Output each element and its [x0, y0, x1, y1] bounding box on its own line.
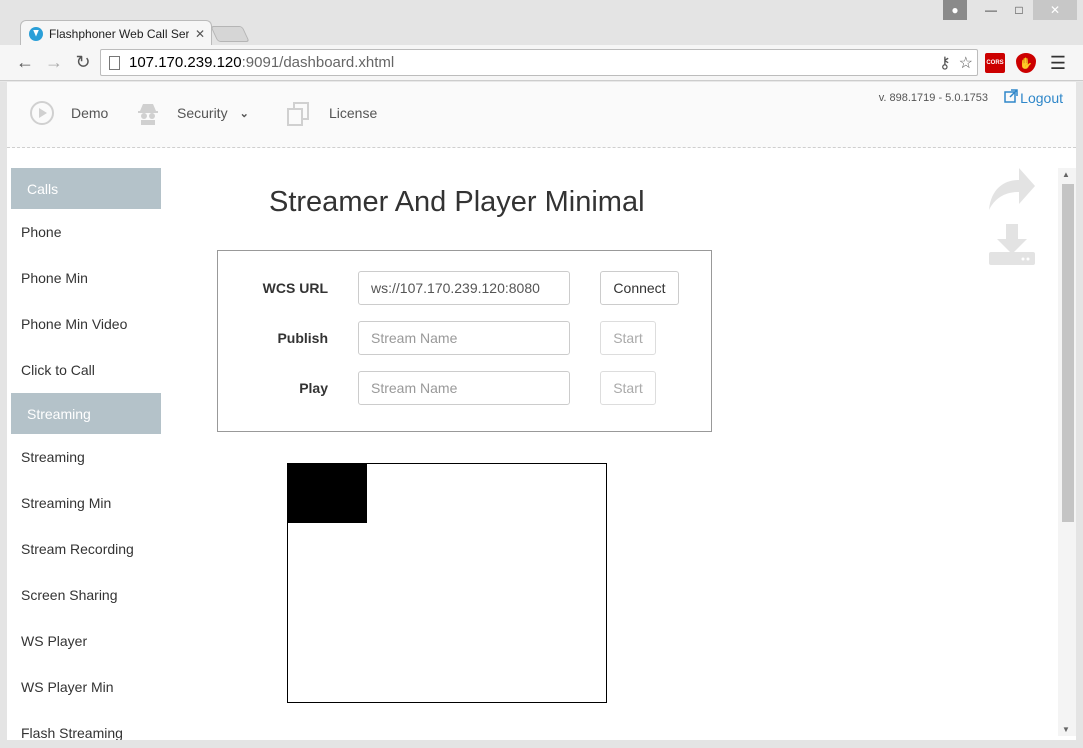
chevron-down-icon: ⌄ [239, 107, 249, 120]
cors-extension-icon[interactable]: CORS [985, 53, 1005, 73]
window-border-bottom [0, 740, 1083, 748]
play-stream-name-input[interactable]: Stream Name [358, 371, 570, 405]
close-window-icon[interactable]: ✕ [1033, 0, 1077, 20]
nav-item-license[interactable]: License [285, 100, 377, 126]
streamer-form-panel: WCS URL ws://107.170.239.120:8080 Connec… [217, 250, 712, 432]
sidebar-item-phone-min[interactable]: Phone Min [11, 255, 161, 301]
tab-close-icon[interactable]: ✕ [195, 27, 205, 41]
sidebar-item-phone-min-video[interactable]: Phone Min Video [11, 301, 161, 347]
sidebar-item-ws-player[interactable]: WS Player [11, 618, 161, 664]
sidebar-header-streaming[interactable]: Streaming [11, 393, 161, 434]
url-path: :9091/dashboard.xhtml [241, 54, 395, 71]
sidebar-header-calls[interactable]: Calls [11, 168, 161, 209]
browser-titlebar: ● — □ ✕ Flashphoner Web Call Ser ✕ [0, 0, 1083, 46]
url-host: 107.170.239.120 [129, 54, 242, 71]
new-tab-button[interactable] [210, 26, 250, 42]
sidebar-item-streaming[interactable]: Streaming [11, 434, 161, 480]
page-title: Streamer And Player Minimal [269, 186, 645, 218]
wcs-url-label: WCS URL [262, 280, 328, 296]
browser-toolbar: ← → ↻ 107.170.239.120:9091/dashboard.xht… [0, 45, 1083, 81]
scroll-up-icon[interactable]: ▲ [1062, 170, 1070, 179]
nav-label: License [329, 105, 378, 121]
back-arrow-icon[interactable]: ← [14, 51, 36, 73]
video-display [287, 463, 607, 703]
logout-label: Logout [1020, 89, 1063, 106]
external-link-icon [1004, 89, 1018, 106]
play-circle-icon [29, 100, 55, 126]
sidebar-item-stream-recording[interactable]: Stream Recording [11, 526, 161, 572]
nav-label: Demo [71, 105, 109, 121]
sidebar-item-phone[interactable]: Phone [11, 209, 161, 255]
nav-item-security[interactable]: Security ⌄ [135, 100, 249, 126]
window-border-left [0, 82, 7, 742]
publish-label: Publish [277, 330, 328, 346]
publish-start-button[interactable]: Start [600, 321, 656, 355]
connect-button[interactable]: Connect [600, 271, 679, 305]
flashphoner-favicon-icon [29, 26, 43, 41]
copy-documents-icon [285, 100, 311, 126]
scrollbar-thumb[interactable] [1062, 184, 1074, 522]
sidebar-item-streaming-min[interactable]: Streaming Min [11, 480, 161, 526]
nav-item-demo[interactable]: Demo [29, 100, 108, 126]
window-border-right [1076, 82, 1083, 742]
scroll-down-icon[interactable]: ▼ [1062, 725, 1070, 734]
download-icon[interactable] [989, 224, 1035, 271]
nav-label: Security [177, 105, 228, 121]
browser-tab[interactable]: Flashphoner Web Call Ser ✕ [20, 20, 212, 46]
local-video-preview [288, 464, 367, 523]
maximize-icon[interactable]: □ [1005, 0, 1033, 20]
key-icon[interactable]: ⚷ [939, 53, 951, 73]
forward-arrow-icon[interactable]: → [43, 51, 65, 73]
top-navigation: Demo Security ⌄ License v. 898.1719 - 5.… [7, 82, 1076, 148]
version-text: v. 898.1719 - 5.0.1753 [878, 92, 988, 104]
tab-title: Flashphoner Web Call Ser [49, 26, 189, 41]
sidebar: Calls Phone Phone Min Phone Min Video Cl… [11, 168, 161, 740]
sidebar-item-click-to-call[interactable]: Click to Call [11, 347, 161, 393]
logout-link[interactable]: Logout [1004, 89, 1063, 106]
bookmark-star-icon[interactable]: ☆ [959, 53, 973, 73]
play-label: Play [299, 380, 328, 396]
wcs-url-input[interactable]: ws://107.170.239.120:8080 [358, 271, 570, 305]
minimize-icon[interactable]: — [977, 0, 1005, 20]
play-start-button[interactable]: Start [600, 371, 656, 405]
publish-stream-name-input[interactable]: Stream Name [358, 321, 570, 355]
address-bar[interactable]: 107.170.239.120:9091/dashboard.xhtml ⚷ ☆ [100, 49, 978, 76]
spy-icon [135, 100, 161, 126]
user-profile-icon[interactable]: ● [943, 0, 967, 20]
browser-menu-icon[interactable]: ☰ [1048, 53, 1068, 73]
share-arrow-icon[interactable] [987, 166, 1037, 217]
page-icon [109, 55, 120, 70]
page-scrollbar[interactable]: ▲ ▼ [1058, 168, 1076, 736]
sidebar-item-screen-sharing[interactable]: Screen Sharing [11, 572, 161, 618]
page-content: Demo Security ⌄ License v. 898.1719 - 5.… [7, 82, 1076, 740]
window-controls: ● — □ ✕ [943, 0, 1077, 20]
ublock-extension-icon[interactable]: ✋ [1016, 53, 1036, 73]
reload-icon[interactable]: ↻ [72, 51, 94, 73]
sidebar-item-ws-player-min[interactable]: WS Player Min [11, 664, 161, 710]
sidebar-item-flash-streaming[interactable]: Flash Streaming [11, 710, 161, 740]
